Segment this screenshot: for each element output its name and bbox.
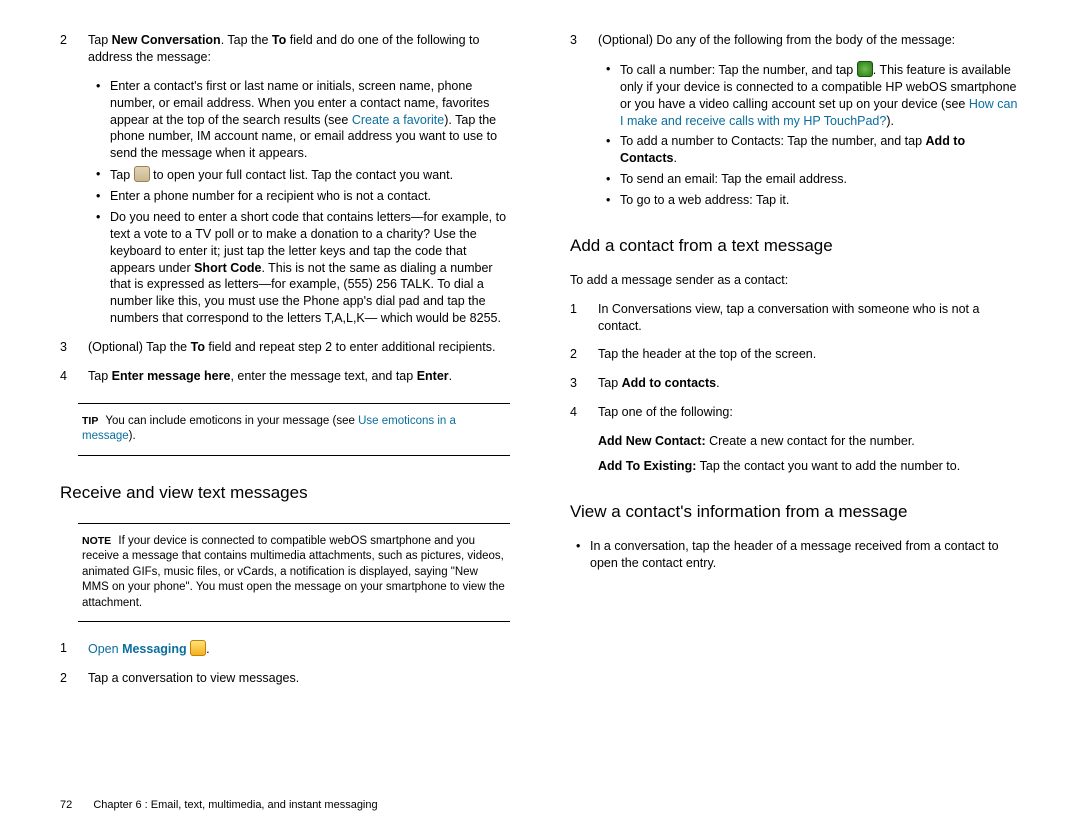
left-column: 2 Tap New Conversation. Tap the To field… xyxy=(60,28,510,770)
step-number: 3 xyxy=(570,375,598,392)
page-footer: 72 Chapter 6 : Email, text, multimedia, … xyxy=(60,798,378,813)
contacts-icon xyxy=(134,166,150,182)
step-3: 3 (Optional) Tap the To field and repeat… xyxy=(60,339,510,356)
add-step-1: 1 In Conversations view, tap a conversat… xyxy=(570,301,1020,335)
step-body: Tap the header at the top of the screen. xyxy=(598,346,1020,363)
bullet: To add a number to Contacts: Tap the num… xyxy=(610,133,1020,167)
step-body: Open Messaging . xyxy=(88,640,510,658)
bullet: To send an email: Tap the email address. xyxy=(610,171,1020,188)
step-number: 4 xyxy=(570,404,598,421)
step-number: 3 xyxy=(60,339,88,356)
chapter-title: Chapter 6 : Email, text, multimedia, and… xyxy=(93,799,377,811)
bullet: Tap to open your full contact list. Tap … xyxy=(100,166,510,184)
bullet: Enter a phone number for a recipient who… xyxy=(100,188,510,205)
step-body: Tap Enter message here, enter the messag… xyxy=(88,368,510,385)
add-step-2: 2 Tap the header at the top of the scree… xyxy=(570,346,1020,363)
phone-icon xyxy=(857,61,873,77)
receive-step-1: 1 Open Messaging . xyxy=(60,640,510,658)
add-step-3: 3 Tap Add to contacts. xyxy=(570,375,1020,392)
bullet: In a conversation, tap the header of a m… xyxy=(580,538,1020,572)
bullet: Do you need to enter a short code that c… xyxy=(100,209,510,327)
bullet: Enter a contact's first or last name or … xyxy=(100,78,510,162)
view-bullets: In a conversation, tap the header of a m… xyxy=(570,538,1020,572)
note-box: NOTE If your device is connected to comp… xyxy=(78,523,510,623)
step-body: In Conversations view, tap a conversatio… xyxy=(598,301,1020,335)
step-body: (Optional) Do any of the following from … xyxy=(598,32,1020,49)
receive-step-2: 2 Tap a conversation to view messages. xyxy=(60,670,510,687)
step-body: Tap Add to contacts. xyxy=(598,375,1020,392)
step-2: 2 Tap New Conversation. Tap the To field… xyxy=(60,32,510,66)
heading-add-contact: Add a contact from a text message xyxy=(570,235,1020,258)
page-number: 72 xyxy=(60,799,72,811)
step-3-right: 3 (Optional) Do any of the following fro… xyxy=(570,32,1020,49)
step-number: 2 xyxy=(60,670,88,687)
bullet: To call a number: Tap the number, and ta… xyxy=(610,61,1020,130)
link-open-messaging[interactable]: Open Messaging xyxy=(88,642,187,656)
heading-receive: Receive and view text messages xyxy=(60,482,510,505)
right-column: 3 (Optional) Do any of the following fro… xyxy=(570,28,1020,770)
messaging-icon xyxy=(190,640,206,656)
tip-label: TIP xyxy=(82,415,98,427)
step-3-bullets: To call a number: Tap the number, and ta… xyxy=(570,61,1020,209)
sub-option: Add New Contact: Create a new contact fo… xyxy=(570,433,1020,450)
tip-box: TIP You can include emoticons in your me… xyxy=(78,403,510,456)
step-number: 3 xyxy=(570,32,598,49)
step-body: (Optional) Tap the To field and repeat s… xyxy=(88,339,510,356)
intro-text: To add a message sender as a contact: xyxy=(570,272,1020,289)
sub-option: Add To Existing: Tap the contact you wan… xyxy=(570,458,1020,475)
step-4: 4 Tap Enter message here, enter the mess… xyxy=(60,368,510,385)
step-number: 2 xyxy=(60,32,88,66)
step-number: 2 xyxy=(570,346,598,363)
add-step-4: 4 Tap one of the following: xyxy=(570,404,1020,421)
step-body: Tap one of the following: xyxy=(598,404,1020,421)
step-number: 4 xyxy=(60,368,88,385)
step-body: Tap a conversation to view messages. xyxy=(88,670,510,687)
step-2-bullets: Enter a contact's first or last name or … xyxy=(60,78,510,327)
step-number: 1 xyxy=(60,640,88,658)
link-create-favorite[interactable]: Create a favorite xyxy=(352,113,444,127)
note-label: NOTE xyxy=(82,535,111,547)
step-body: Tap New Conversation. Tap the To field a… xyxy=(88,32,510,66)
heading-view-contact: View a contact's information from a mess… xyxy=(570,501,1020,524)
step-number: 1 xyxy=(570,301,598,335)
bullet: To go to a web address: Tap it. xyxy=(610,192,1020,209)
